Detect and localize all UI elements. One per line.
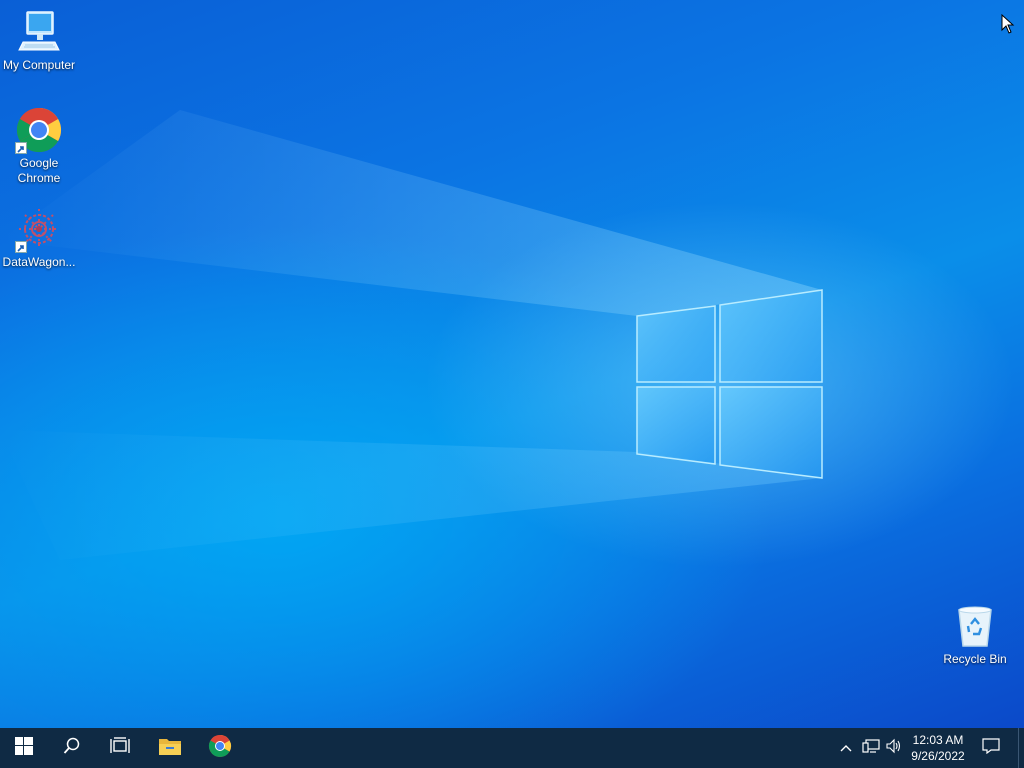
desktop-icon-label: My Computer [2, 58, 76, 72]
datawagon-icon [15, 205, 63, 253]
search-icon [63, 737, 81, 760]
speaker-icon [886, 738, 902, 759]
notification-icon [982, 737, 1000, 759]
light-beam-top [0, 110, 822, 316]
desktop[interactable]: My Computer Google Chrome DataWagon... R… [0, 0, 1024, 728]
desktop-icon-my-computer[interactable]: My Computer [0, 8, 78, 73]
taskbar: 12:03 AM 9/26/2022 [0, 728, 1024, 768]
clock-date: 9/26/2022 [911, 749, 965, 763]
desktop-icon-label: DataWagon... [2, 255, 76, 269]
windows-wallpaper [0, 110, 823, 560]
action-center-button[interactable] [976, 728, 1006, 768]
show-desktop-button[interactable] [1018, 728, 1024, 768]
volume-button[interactable] [884, 728, 904, 768]
mouse-cursor-icon [1001, 13, 1015, 39]
windows-logo-wallpaper [636, 289, 823, 479]
taskbar-chrome[interactable] [196, 728, 244, 768]
clock-time: 12:03 AM [912, 733, 964, 747]
shortcut-arrow-icon [15, 241, 27, 253]
start-button[interactable] [0, 728, 48, 768]
windows-logo-icon [15, 736, 33, 760]
show-hidden-icons-button[interactable] [836, 728, 856, 768]
task-view-button[interactable] [96, 728, 144, 768]
task-view-icon [110, 736, 130, 760]
shortcut-arrow-icon [15, 142, 27, 154]
clock-button[interactable]: 12:03 AM 9/26/2022 [904, 728, 972, 768]
computer-icon [15, 8, 63, 56]
chevron-up-icon [840, 739, 852, 757]
desktop-icon-recycle-bin[interactable]: Recycle Bin [936, 602, 1014, 667]
desktop-icon-label: Google Chrome [17, 156, 61, 185]
network-button[interactable] [860, 728, 882, 768]
network-icon [862, 738, 880, 759]
recycle-bin-icon [951, 602, 999, 650]
search-button[interactable] [48, 728, 96, 768]
desktop-icon-google-chrome[interactable]: Google Chrome [0, 106, 78, 186]
chrome-icon [208, 734, 232, 763]
desktop-icon-label: Recycle Bin [943, 652, 1007, 666]
folder-icon [158, 736, 182, 761]
desktop-icon-datawagon[interactable]: DataWagon... [0, 205, 78, 270]
taskbar-file-explorer[interactable] [146, 728, 194, 768]
chrome-icon [15, 106, 63, 154]
